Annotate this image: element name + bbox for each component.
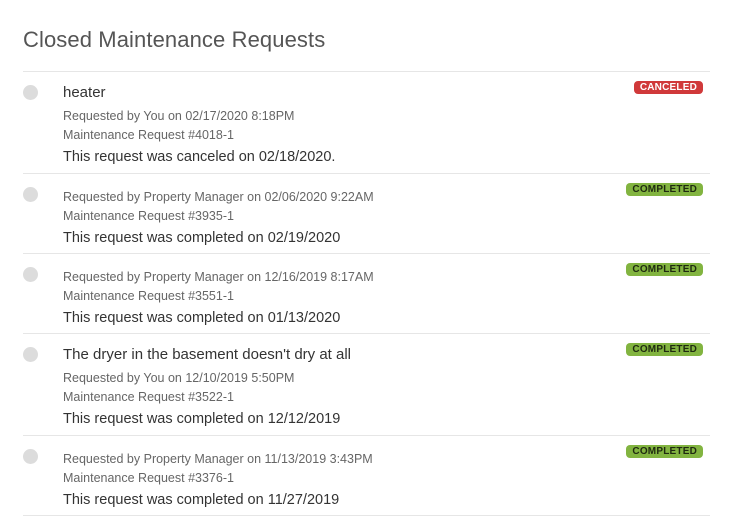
requested-by-text: Requested by You on 02/17/2020 8:18PM (63, 109, 295, 123)
request-row[interactable]: Requested by Property Manager on 02/06/2… (23, 174, 710, 254)
request-number: Maintenance Request #3551-1 (63, 289, 234, 303)
status-dot-icon (23, 449, 38, 464)
status-dot-icon (23, 347, 38, 362)
status-dot-icon (23, 187, 38, 202)
requested-by-text: Requested by Property Manager on 02/06/2… (63, 190, 374, 204)
request-row[interactable]: heater Requested by You on 02/17/2020 8:… (23, 72, 710, 174)
request-number: Maintenance Request #3376-1 (63, 471, 234, 485)
status-dot-icon (23, 85, 38, 100)
requested-by-text: Requested by Property Manager on 11/13/2… (63, 452, 373, 466)
status-badge: CANCELED (633, 81, 703, 94)
request-summary: This request was completed on 11/27/2019 (63, 492, 340, 508)
request-summary: This request was completed on 01/13/2020 (63, 310, 341, 326)
request-number: Maintenance Request #4018-1 (63, 128, 234, 142)
requested-by-text: Requested by You on 12/10/2019 5:50PM (63, 371, 295, 385)
request-row[interactable]: Requested by Property Manager on 11/13/2… (23, 436, 710, 516)
request-number: Maintenance Request #3935-1 (63, 209, 234, 223)
status-badge: COMPLETED (626, 445, 703, 458)
requested-by-text: Requested by Property Manager on 12/16/2… (63, 270, 374, 284)
request-summary: This request was canceled on 02/18/2020. (63, 149, 336, 165)
page-title: Closed Maintenance Requests (23, 27, 326, 52)
status-badge: COMPLETED (626, 263, 703, 276)
status-badge: COMPLETED (626, 183, 703, 196)
status-badge: COMPLETED (626, 343, 703, 356)
request-title[interactable]: heater (63, 84, 710, 102)
request-number: Maintenance Request #3522-1 (63, 390, 234, 404)
status-dot-icon (23, 267, 38, 282)
request-row[interactable]: The dryer in the basement doesn't dry at… (23, 334, 710, 436)
closed-requests-list: heater Requested by You on 02/17/2020 8:… (23, 71, 710, 516)
request-row[interactable]: Requested by Property Manager on 12/16/2… (23, 254, 710, 334)
request-summary: This request was completed on 12/12/2019 (63, 411, 341, 427)
request-summary: This request was completed on 02/19/2020 (63, 230, 341, 246)
request-title[interactable]: The dryer in the basement doesn't dry at… (63, 346, 710, 364)
